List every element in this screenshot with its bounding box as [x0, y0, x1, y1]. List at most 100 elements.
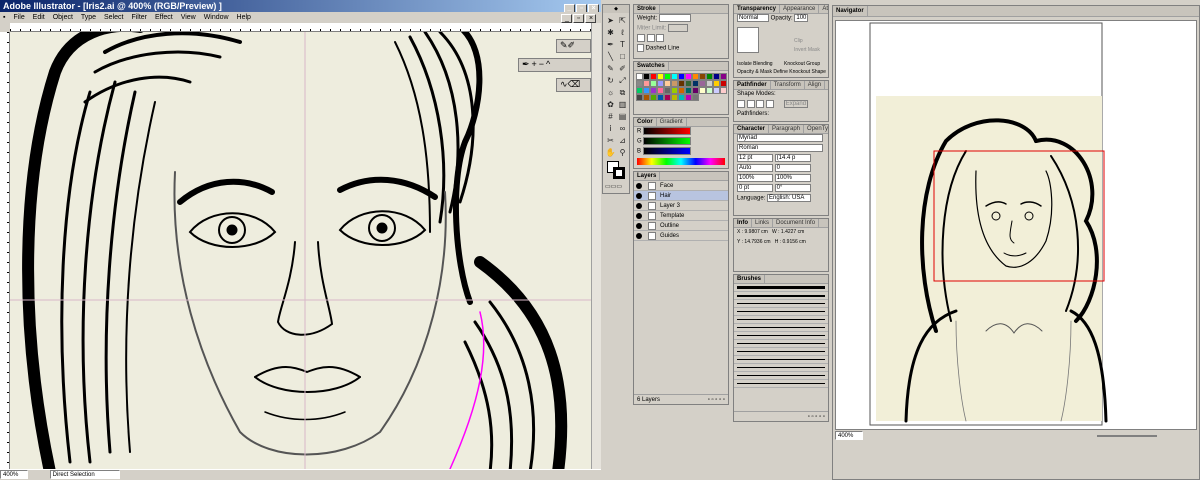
brush-item[interactable]	[734, 300, 828, 308]
swatch-chip[interactable]	[692, 80, 699, 87]
g-slider[interactable]	[643, 137, 692, 145]
scale-tool-icon[interactable]: ⤢	[617, 75, 628, 86]
brush-item[interactable]	[734, 324, 828, 332]
eyedropper-icon[interactable]: ⅰ	[605, 123, 616, 134]
add-anchor-icon[interactable]: +	[532, 59, 537, 69]
swatch-chip[interactable]	[643, 87, 650, 94]
swatch-chip[interactable]	[678, 87, 685, 94]
tab-gradient[interactable]: Gradient	[657, 118, 687, 126]
visibility-eye-icon[interactable]	[636, 223, 642, 229]
lasso-icon[interactable]: ℓ	[617, 27, 628, 38]
swatch-chip[interactable]	[678, 94, 685, 101]
tab-paragraph[interactable]: Paragraph	[769, 125, 805, 133]
swatch-chip[interactable]	[650, 87, 657, 94]
menu-edit[interactable]: Edit	[30, 12, 48, 23]
swatch-chip[interactable]	[720, 80, 727, 87]
swatch-chip[interactable]	[685, 94, 692, 101]
brush-icon[interactable]: ✎	[557, 40, 568, 50]
tab-links[interactable]: Links	[752, 219, 774, 227]
opacity-mask-label[interactable]: Opacity & Mask Define Knockout Shape	[737, 69, 826, 75]
layer-row[interactable]: Guides	[634, 231, 728, 241]
swatch-chip[interactable]	[692, 73, 699, 80]
tab-align[interactable]: Align	[805, 81, 826, 89]
tab-color[interactable]: Color	[634, 118, 657, 126]
tab-attributes[interactable]: Attributes	[819, 5, 828, 13]
font-size-field[interactable]: 12 pt	[737, 154, 773, 162]
tab-document-info[interactable]: Document Info	[773, 219, 820, 227]
gradient-tool-icon[interactable]: ▤	[617, 111, 628, 122]
visibility-eye-icon[interactable]	[636, 203, 642, 209]
swatch-chip[interactable]	[664, 87, 671, 94]
blend-mode-select[interactable]: Normal	[737, 14, 769, 22]
b-slider[interactable]	[642, 147, 691, 155]
swatch-chip[interactable]	[643, 80, 650, 87]
tab-pathfinder[interactable]: Pathfinder	[734, 81, 771, 89]
swatch-chip[interactable]	[685, 73, 692, 80]
swatch-chip[interactable]	[671, 73, 678, 80]
direct-selection-tool-icon[interactable]: ⇱	[617, 15, 628, 26]
swatch-chip[interactable]	[636, 73, 643, 80]
swatch-chip[interactable]	[720, 73, 727, 80]
subtract-shape-icon[interactable]	[746, 100, 755, 108]
floating-toolbar-2[interactable]: ✒ + − ^	[518, 58, 591, 72]
warp-tool-icon[interactable]: ☼	[605, 87, 616, 98]
layer-row[interactable]: Template	[634, 211, 728, 221]
menu-help[interactable]: Help	[234, 12, 254, 23]
menu-effect[interactable]: Effect	[152, 12, 176, 23]
tab-transform[interactable]: Transform	[771, 81, 805, 89]
menu-filter[interactable]: Filter	[128, 12, 150, 23]
swatch-chip[interactable]	[671, 80, 678, 87]
brush-item[interactable]	[734, 284, 828, 292]
leading-field[interactable]: (14.4 p	[774, 154, 811, 162]
visibility-eye-icon[interactable]	[636, 193, 642, 199]
swatch-chip[interactable]	[678, 80, 685, 87]
horizontal-scale-field[interactable]: 100%	[774, 174, 811, 182]
doc-minimize-icon[interactable]: _	[561, 14, 572, 23]
swatch-chip[interactable]	[699, 73, 706, 80]
exclude-shape-icon[interactable]	[766, 100, 775, 108]
swatch-chip[interactable]	[636, 94, 643, 101]
visibility-eye-icon[interactable]	[636, 213, 642, 219]
title-bar[interactable]: Adobe Illustrator - [Iris2.ai @ 400% (RG…	[0, 0, 601, 13]
swatch-chip[interactable]	[650, 80, 657, 87]
add-shape-icon[interactable]	[737, 100, 745, 108]
swatch-chip[interactable]	[643, 94, 650, 101]
dashed-line-checkbox[interactable]	[637, 44, 644, 52]
screen-mode-icon[interactable]: ▭▭▭	[605, 182, 622, 193]
swatch-chip[interactable]	[720, 87, 727, 94]
tab-brushes[interactable]: Brushes	[734, 275, 766, 283]
navigator-zoom-slider[interactable]	[1097, 435, 1157, 437]
rectangle-tool-icon[interactable]: □	[617, 51, 628, 62]
layer-row[interactable]: Face	[634, 181, 728, 191]
swatch-chip[interactable]	[692, 94, 699, 101]
swatch-chip[interactable]	[678, 73, 685, 80]
tab-navigator[interactable]: Navigator	[833, 6, 868, 16]
tab-stroke[interactable]: Stroke	[634, 5, 660, 13]
brush-item[interactable]	[734, 308, 828, 316]
smooth-tool-icon[interactable]: ∿	[557, 79, 568, 89]
mask-thumbnail[interactable]	[737, 27, 759, 53]
language-select[interactable]: English: USA	[767, 194, 812, 202]
artboard-canvas[interactable]: ✎✐ ✒ + − ^ ∿⌫	[10, 32, 591, 469]
pencil-icon[interactable]: ✐	[568, 40, 576, 50]
swatch-chip[interactable]	[671, 94, 678, 101]
cap-square-button[interactable]	[656, 34, 665, 42]
cap-butt-button[interactable]	[637, 34, 645, 42]
swatch-chip[interactable]	[713, 80, 720, 87]
convert-anchor-icon[interactable]: ^	[546, 59, 550, 69]
swatch-chip[interactable]	[657, 73, 664, 80]
stroke-swatch[interactable]	[613, 167, 625, 179]
swatch-chip[interactable]	[657, 94, 664, 101]
pen-icon[interactable]: ✒	[519, 59, 530, 69]
tab-layers[interactable]: Layers	[634, 172, 661, 180]
swatch-chip[interactable]	[664, 73, 671, 80]
tab-opentype[interactable]: OpenType	[804, 125, 828, 133]
blend-tool-icon[interactable]: ∞	[617, 123, 628, 134]
line-tool-icon[interactable]: ╲	[605, 51, 616, 62]
menu-file[interactable]: File	[10, 12, 27, 23]
horizontal-ruler[interactable]	[10, 23, 591, 32]
floating-toolbar-3[interactable]: ∿⌫	[556, 78, 591, 92]
menu-object[interactable]: Object	[50, 12, 76, 23]
swatch-chip[interactable]	[643, 73, 650, 80]
graph-tool-icon[interactable]: ▥	[617, 99, 628, 110]
